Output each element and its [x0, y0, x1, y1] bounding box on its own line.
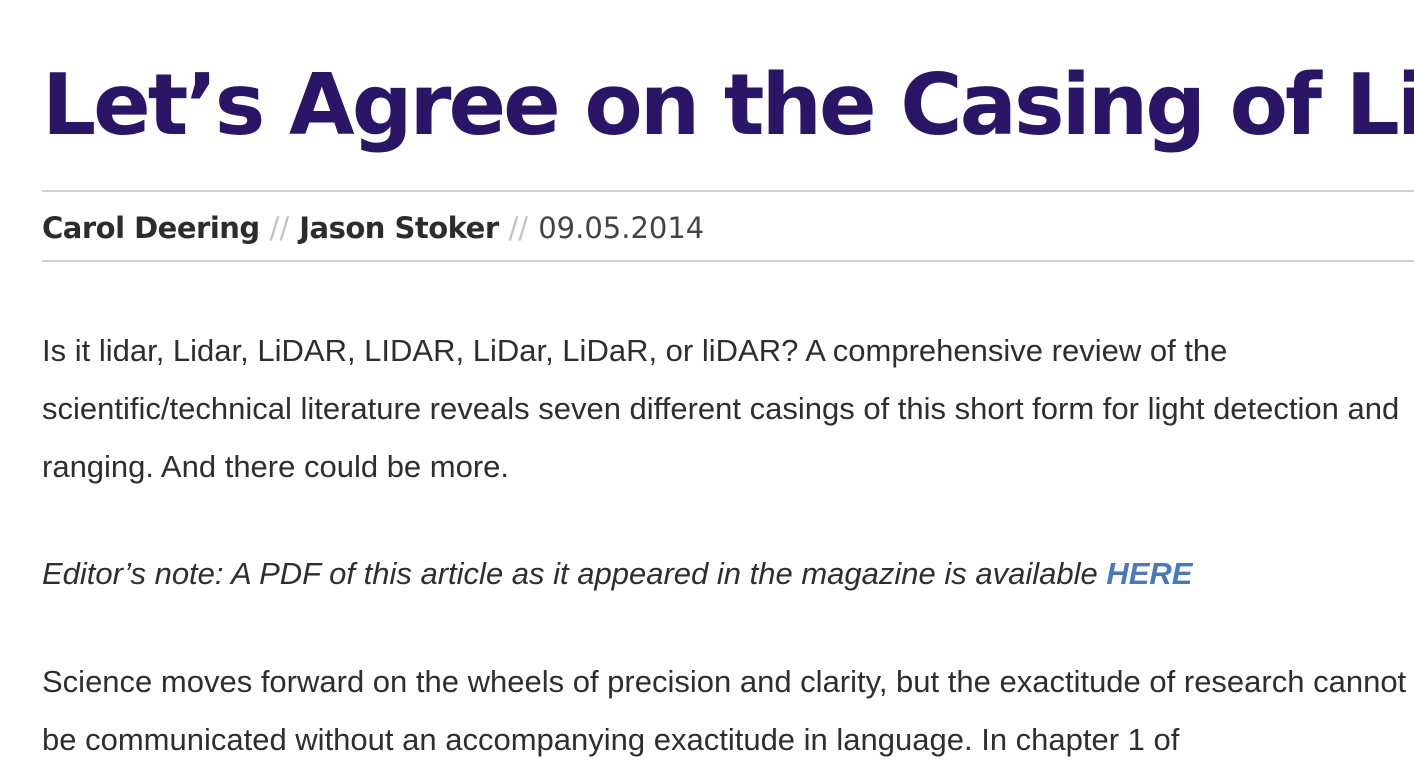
- body-paragraph: Science moves forward on the wheels of p…: [42, 664, 1407, 757]
- pdf-link[interactable]: HERE: [1106, 556, 1192, 591]
- intro-paragraph: Is it lidar, Lidar, LiDAR, LIDAR, LiDar,…: [42, 333, 1400, 484]
- article: Let’s Agree on the Casing of Lidar Carol…: [0, 0, 1414, 772]
- editor-note-text: Editor’s note: A PDF of this article as …: [42, 556, 1107, 591]
- byline-top-divider: [42, 190, 1414, 192]
- author-carol-deering[interactable]: Carol Deering: [42, 211, 260, 245]
- author-jason-stoker[interactable]: Jason Stoker: [299, 211, 499, 245]
- byline-separator: //: [269, 211, 290, 245]
- byline-bottom-divider: [42, 260, 1414, 262]
- byline: Carol Deering // Jason Stoker // 09.05.2…: [42, 206, 704, 250]
- publish-date: 09.05.2014: [538, 211, 705, 245]
- byline-separator: //: [508, 211, 529, 245]
- article-title: Let’s Agree on the Casing of Lidar: [42, 56, 1414, 155]
- editor-note: Editor’s note: A PDF of this article as …: [42, 545, 1414, 603]
